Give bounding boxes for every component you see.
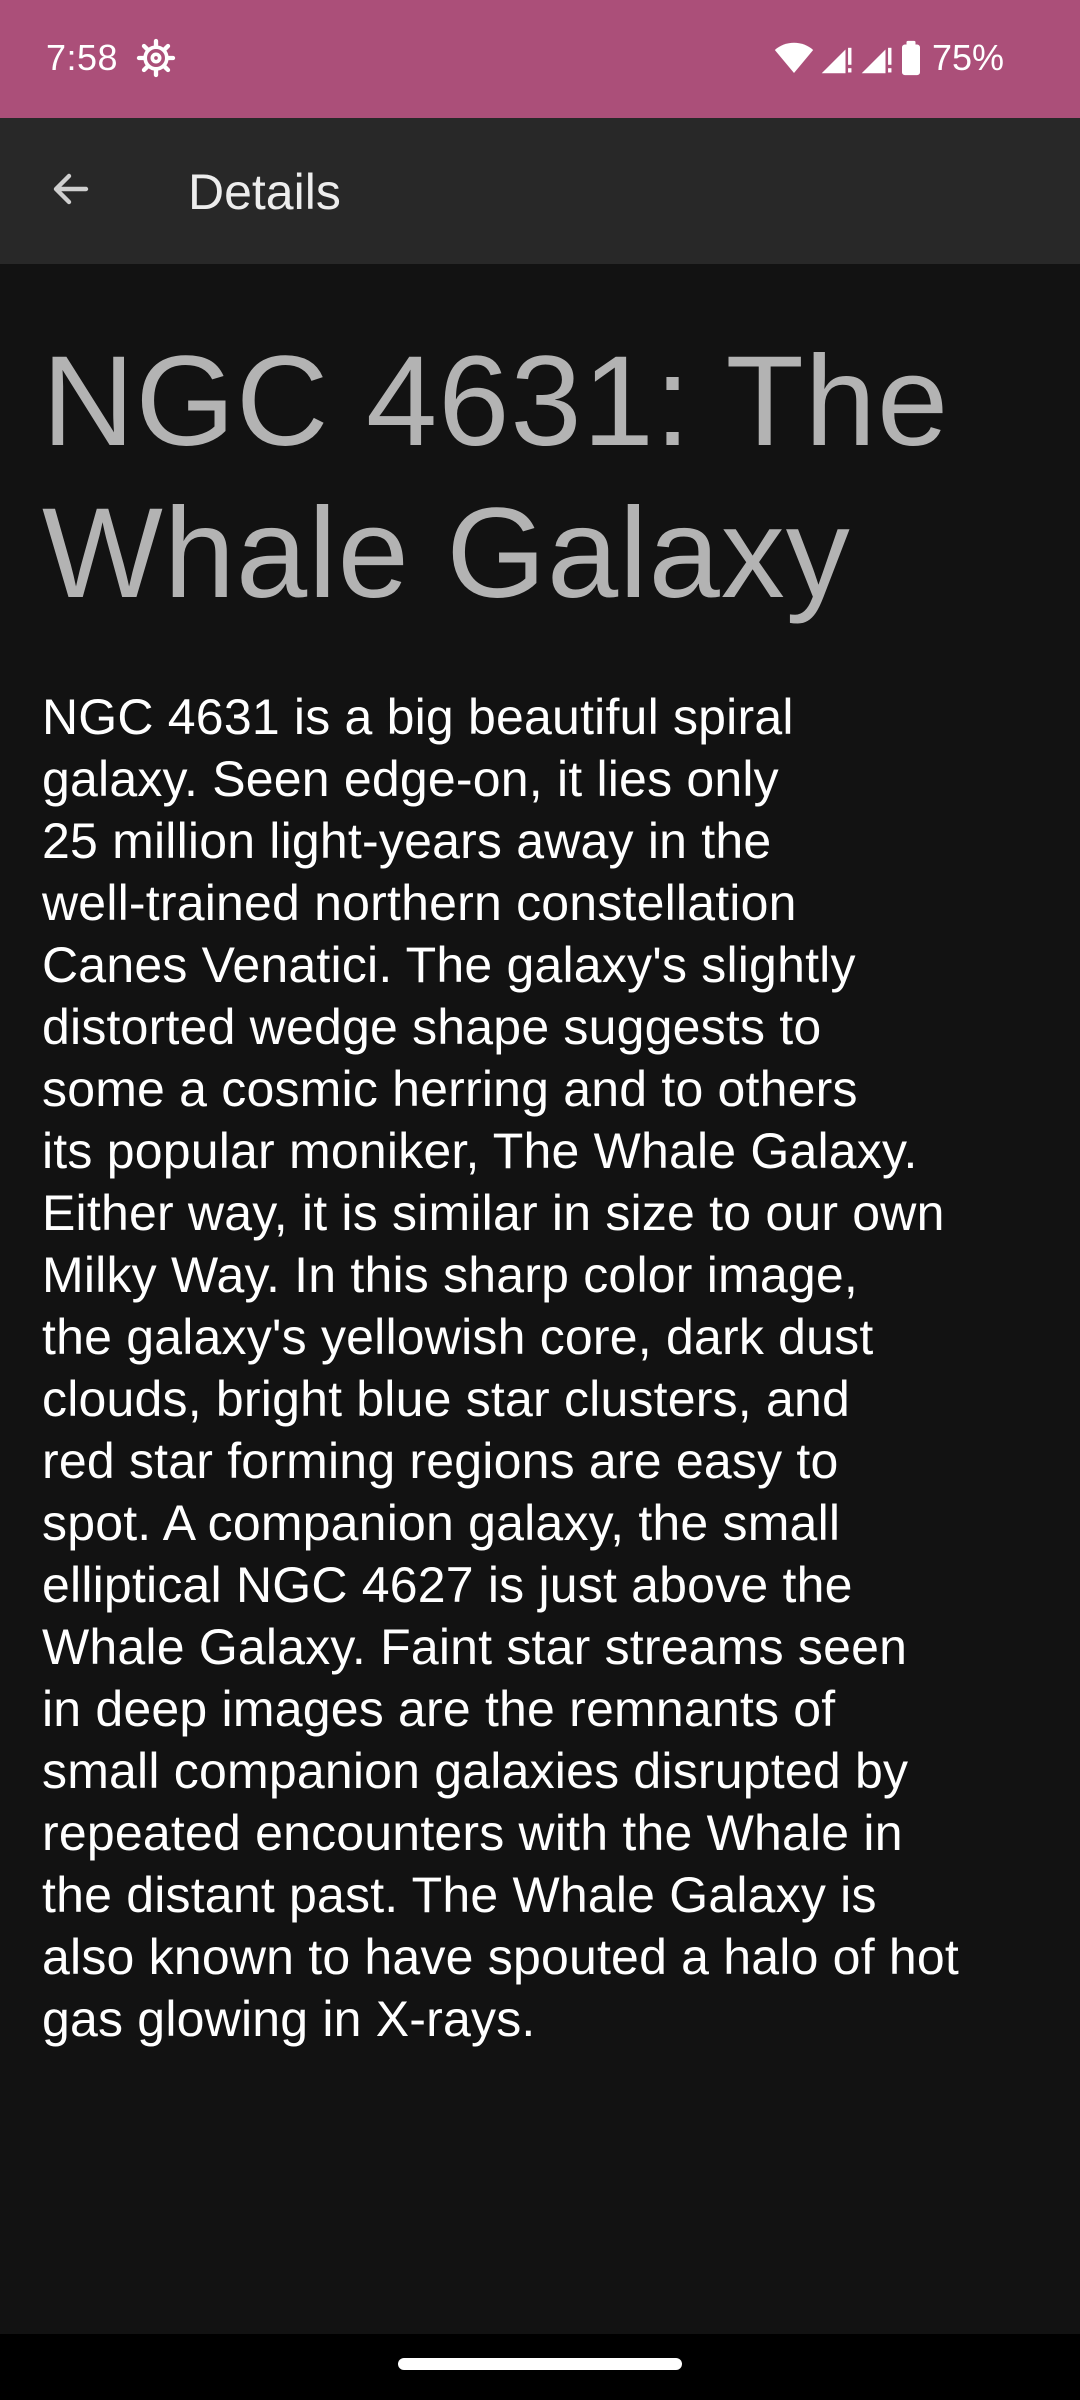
app-bar: Details: [0, 118, 1080, 264]
navigation-bar: [0, 2334, 1080, 2400]
signal-icon: [860, 40, 894, 76]
signal-icon: [820, 40, 854, 76]
article-content: NGC 4631: The Whale Galaxy NGC 4631 is a…: [42, 264, 1042, 2050]
wifi-icon: [774, 40, 814, 76]
battery-percent: 75%: [931, 37, 1004, 78]
app-bar-title: Details: [188, 164, 341, 220]
status-bar: 7:58 75%: [0, 0, 1080, 118]
details-screen: 7:58 75% Details NGC 4631: The Whale Gal…: [0, 0, 1080, 2400]
battery-icon: [900, 40, 922, 76]
status-icons: 75%: [774, 34, 1004, 82]
arrow-back-icon: [46, 165, 94, 218]
settings-icon: [136, 38, 176, 78]
article-title: NGC 4631: The Whale Galaxy: [42, 330, 950, 625]
article-body: NGC 4631 is a big beautiful spiral galax…: [42, 689, 959, 2047]
status-time: 7:58: [46, 37, 119, 78]
home-gesture-handle[interactable]: [398, 2358, 682, 2370]
back-button[interactable]: [34, 155, 106, 227]
